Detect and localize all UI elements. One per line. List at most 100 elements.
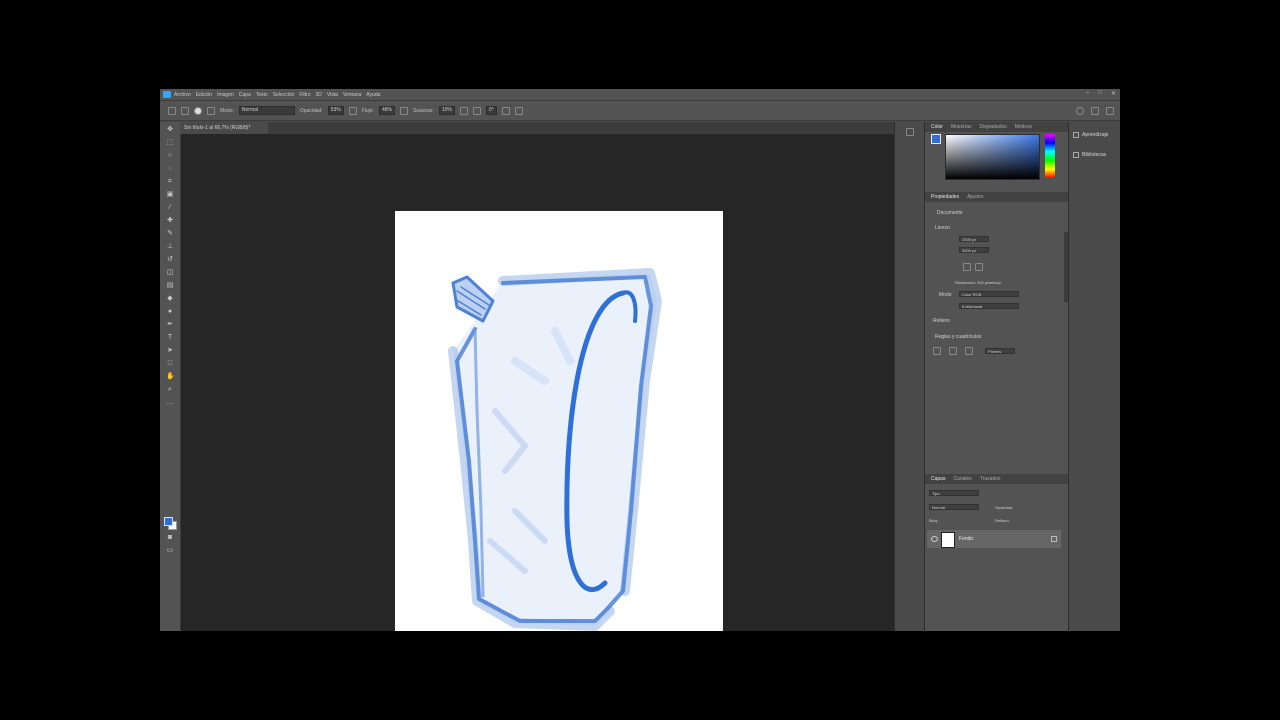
- menu-item-filter[interactable]: Filtro: [299, 92, 310, 98]
- tab-layers[interactable]: Capas: [931, 476, 945, 482]
- document-tab-title: Sin título-1 al 66,7% (RGB/8)*: [184, 125, 251, 131]
- tab-adjustments[interactable]: Ajustes: [967, 194, 983, 200]
- menu-item-image[interactable]: Imagen: [217, 92, 234, 98]
- smoothing-options-icon[interactable]: [459, 106, 468, 115]
- learn-icon: [1073, 132, 1079, 138]
- properties-panel-tabs: Propiedades Ajustes: [925, 192, 1069, 202]
- pressure-size-icon[interactable]: [501, 106, 510, 115]
- learn-panel-button[interactable]: Aprendizaje: [1073, 132, 1108, 138]
- tools-panel: ✥ ⬚ ○ ◌ ⌗ ▣ ⁄ ✚ ✎ ⊥ ↺ ◫ ▤ ◆ ● ✒ T ➤ □ ✋ …: [160, 122, 181, 631]
- canvas-area[interactable]: [181, 134, 894, 631]
- frame-tool-icon[interactable]: ▣: [166, 191, 174, 199]
- brush-tool-preset-icon[interactable]: [181, 106, 189, 115]
- layer-kind-filter[interactable]: Tipo: [929, 490, 979, 496]
- menu-item-3d[interactable]: 3D: [316, 92, 322, 98]
- libraries-panel-button[interactable]: Bibliotecas: [1073, 152, 1106, 158]
- symmetry-icon[interactable]: [514, 106, 523, 115]
- tab-gradients[interactable]: Degradados: [980, 124, 1007, 130]
- layer-blend-mode-select[interactable]: Normal: [929, 504, 979, 510]
- tab-swatches[interactable]: Muestras: [951, 124, 972, 130]
- maximize-icon[interactable]: □: [1098, 90, 1102, 97]
- units-select[interactable]: Píxeles: [985, 348, 1015, 354]
- eraser-tool-icon[interactable]: ◫: [166, 269, 174, 277]
- path-selection-tool-icon[interactable]: ➤: [166, 347, 174, 355]
- marquee-tool-icon[interactable]: ⬚: [166, 139, 174, 147]
- lasso-tool-icon[interactable]: ○: [166, 152, 174, 160]
- type-tool-icon[interactable]: T: [166, 334, 174, 342]
- tab-patterns[interactable]: Motivos: [1015, 124, 1032, 130]
- home-icon[interactable]: [168, 106, 176, 115]
- color-mode-select[interactable]: Color RGB: [959, 291, 1019, 297]
- history-brush-tool-icon[interactable]: ↺: [166, 256, 174, 264]
- move-tool-icon[interactable]: ✥: [166, 126, 174, 134]
- menu-item-edit[interactable]: Edición: [196, 92, 212, 98]
- menu-item-layer[interactable]: Capa: [239, 92, 251, 98]
- airbrush-icon[interactable]: [399, 106, 408, 115]
- eyedropper-tool-icon[interactable]: ⁄: [166, 204, 174, 212]
- bit-depth-select[interactable]: 8 bits/canal: [959, 303, 1019, 309]
- angle-field[interactable]: 0°: [485, 106, 497, 115]
- color-panel-tabs: Color Muestras Degradados Motivos: [925, 122, 1069, 132]
- document-tabs: Sin título-1 al 66,7% (RGB/8)*: [180, 122, 894, 134]
- menu-item-type[interactable]: Texto: [256, 92, 268, 98]
- zoom-tool-icon[interactable]: ⌕: [166, 386, 174, 394]
- blur-tool-icon[interactable]: ◆: [166, 295, 174, 303]
- more-tools-icon[interactable]: …: [166, 399, 174, 407]
- angle-icon[interactable]: [472, 106, 481, 115]
- minimize-icon[interactable]: –: [1086, 90, 1089, 97]
- brush-tool-icon[interactable]: ✎: [166, 230, 174, 238]
- color-picker-field[interactable]: [945, 134, 1040, 180]
- guides-section-title[interactable]: Reglas y cuadrículas: [935, 334, 981, 340]
- canvas-section-title[interactable]: Lienzo: [935, 225, 950, 231]
- quick-mask-icon[interactable]: ◙: [166, 534, 174, 542]
- menu-item-help[interactable]: Ayuda: [366, 92, 380, 98]
- search-icon[interactable]: [1076, 107, 1084, 115]
- pen-tool-icon[interactable]: ✒: [166, 321, 174, 329]
- healing-brush-tool-icon[interactable]: ✚: [166, 217, 174, 225]
- tab-properties[interactable]: Propiedades: [931, 194, 959, 200]
- document-canvas[interactable]: [395, 211, 723, 631]
- guides-icon[interactable]: [965, 347, 973, 355]
- crop-tool-icon[interactable]: ⌗: [166, 178, 174, 186]
- menu-item-file[interactable]: Archivo: [174, 92, 191, 98]
- landscape-orientation-icon[interactable]: [975, 263, 983, 271]
- menu-item-window[interactable]: Ventana: [343, 92, 361, 98]
- color-panel-foreground-swatch[interactable]: [931, 134, 941, 144]
- gradient-tool-icon[interactable]: ▤: [166, 282, 174, 290]
- smoothing-label: Suavizar:: [412, 107, 434, 114]
- tab-color[interactable]: Color: [931, 124, 943, 130]
- hue-slider[interactable]: [1045, 134, 1055, 178]
- history-panel-icon[interactable]: [906, 128, 914, 136]
- workspace-icon[interactable]: [1091, 107, 1099, 115]
- layer-fill-label: Relleno:: [995, 518, 1010, 523]
- pressure-opacity-icon[interactable]: [348, 106, 357, 115]
- rulers-icon[interactable]: [933, 347, 941, 355]
- brush-settings-icon[interactable]: [207, 106, 215, 115]
- brush-size-icon[interactable]: [194, 106, 202, 115]
- foreground-color-swatch[interactable]: [164, 517, 173, 526]
- rectangle-tool-icon[interactable]: □: [166, 360, 174, 368]
- flow-field[interactable]: 48%: [378, 106, 395, 115]
- mode-select[interactable]: Normal: [238, 106, 295, 115]
- quick-selection-tool-icon[interactable]: ◌: [166, 165, 174, 173]
- tab-channels[interactable]: Canales: [953, 476, 971, 482]
- layer-row[interactable]: Fondo: [927, 530, 1061, 548]
- tab-paths[interactable]: Trazados: [980, 476, 1001, 482]
- menu-item-select[interactable]: Selección: [273, 92, 295, 98]
- share-icon[interactable]: [1106, 107, 1114, 115]
- canvas-width-field[interactable]: 2000 px: [959, 236, 989, 242]
- window-controls: – □ ✕: [1086, 90, 1116, 97]
- screen-mode-icon[interactable]: ▭: [166, 547, 174, 555]
- menu-item-view[interactable]: Vista: [327, 92, 338, 98]
- canvas-height-field[interactable]: 3000 px: [959, 247, 989, 253]
- portrait-orientation-icon[interactable]: [963, 263, 971, 271]
- dodge-tool-icon[interactable]: ●: [166, 308, 174, 316]
- close-icon[interactable]: ✕: [1111, 90, 1116, 97]
- visibility-eye-icon[interactable]: [931, 536, 938, 542]
- smoothing-field[interactable]: 10%: [438, 106, 455, 115]
- clone-stamp-tool-icon[interactable]: ⊥: [166, 243, 174, 251]
- document-tab[interactable]: Sin título-1 al 66,7% (RGB/8)*: [180, 122, 268, 134]
- grid-icon[interactable]: [949, 347, 957, 355]
- opacity-field[interactable]: 53%: [327, 106, 344, 115]
- hand-tool-icon[interactable]: ✋: [166, 373, 175, 381]
